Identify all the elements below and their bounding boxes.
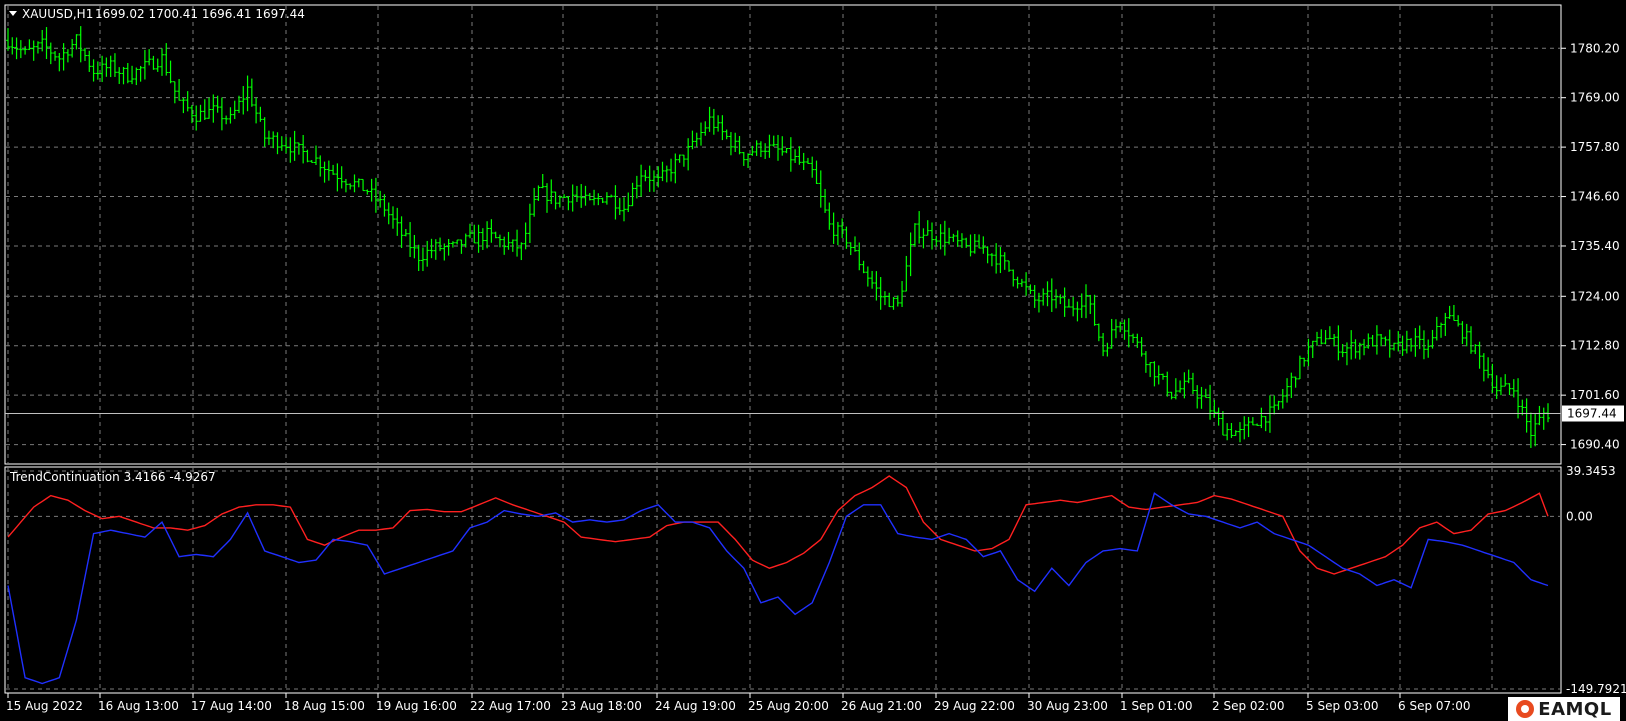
trend-line-blue [7, 492, 1549, 685]
price-axis: 1780.20 1769.00 1757.80 1746.60 1735.40 1724.… [1561, 41, 1620, 452]
indicator-grid [6, 468, 1560, 692]
indicator-panel-frame[interactable] [4, 466, 1562, 694]
time-tick-label: 18 Aug 15:00 [284, 699, 365, 713]
indicator-lines [7, 475, 1549, 685]
time-tick-label: 5 Sep 03:00 [1306, 699, 1378, 713]
time-tick-label: 17 Aug 14:00 [191, 699, 272, 713]
main-grid [6, 6, 1560, 463]
time-tick-label: 22 Aug 17:00 [470, 699, 551, 713]
time-tick-label: 1 Sep 01:00 [1120, 699, 1192, 713]
time-tick-label: 26 Aug 21:00 [841, 699, 922, 713]
indicator-axis: 39.3453 0.00 -149.7921 [1566, 464, 1626, 696]
price-tick-label: 1769.00 [1570, 91, 1620, 105]
time-tick-label: 24 Aug 19:00 [655, 699, 736, 713]
time-tick-label: 29 Aug 22:00 [934, 699, 1015, 713]
current-price-tag: 1697.44 [1562, 405, 1624, 422]
trading-chart[interactable]: XAUUSD,H1 1699.02 1700.41 1696.41 1697.4… [0, 0, 1626, 721]
triangle-down-icon[interactable] [9, 11, 17, 16]
price-tick-label: 1735.40 [1570, 239, 1620, 253]
indicator-label: TrendContinuation 3.4166 -4.9267 [9, 470, 216, 484]
price-tick-label: 1712.80 [1570, 339, 1620, 353]
time-tick-label: 23 Aug 18:00 [561, 699, 642, 713]
logo-text: EAMQL [1538, 698, 1612, 720]
time-tick-label: 15 Aug 2022 [6, 699, 83, 713]
eamql-logo-icon [1516, 700, 1535, 718]
time-tick-label: 2 Sep 02:00 [1212, 699, 1284, 713]
indicator-tick-label: -149.7921 [1566, 682, 1626, 696]
time-tick-label: 25 Aug 20:00 [748, 699, 829, 713]
price-tick-label: 1746.60 [1570, 190, 1620, 204]
time-tick-label: 6 Sep 07:00 [1398, 699, 1470, 713]
price-tick-label: 1701.60 [1570, 388, 1620, 402]
symbol-timeframe: XAUUSD,H1 [22, 7, 93, 21]
price-bars [6, 26, 1550, 448]
price-tick-label: 1690.40 [1570, 438, 1620, 452]
eamql-logo: EAMQL [1508, 697, 1620, 721]
indicator-tick-label: 39.3453 [1566, 464, 1616, 478]
price-tick-label: 1757.80 [1570, 140, 1620, 154]
ohlc-values: 1699.02 1700.41 1696.41 1697.44 [95, 7, 305, 21]
time-tick-label: 30 Aug 23:00 [1027, 699, 1108, 713]
time-tick-label: 16 Aug 13:00 [98, 699, 179, 713]
price-tick-label: 1724.00 [1570, 289, 1620, 303]
indicator-tick-label: 0.00 [1566, 509, 1593, 523]
time-axis: 15 Aug 2022 16 Aug 13:00 17 Aug 14:00 18 Au… [6, 693, 1470, 713]
svg-text:1697.44: 1697.44 [1567, 407, 1617, 421]
price-tick-label: 1780.20 [1570, 41, 1620, 55]
time-tick-label: 19 Aug 16:00 [376, 699, 457, 713]
